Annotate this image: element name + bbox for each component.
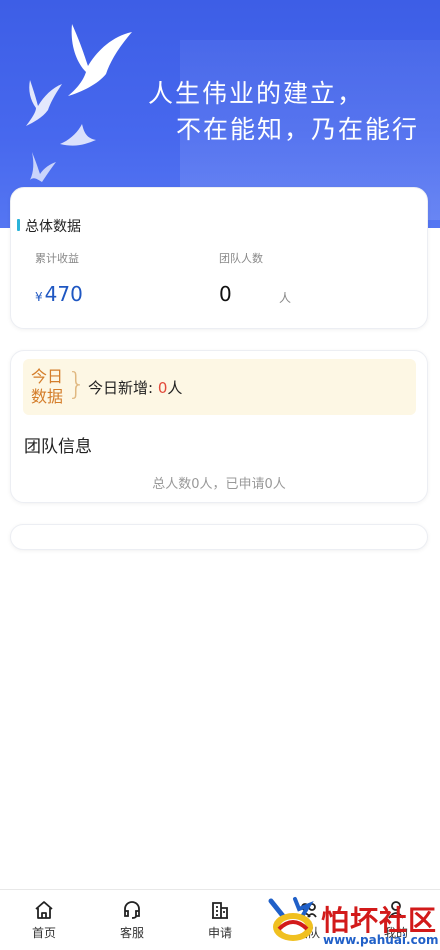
dove-icon [30, 152, 56, 182]
watermark: 怕坏社区 www.pahuai.com [265, 893, 440, 950]
team-info-title: 团队信息 [24, 437, 92, 457]
today-new-text: 今日新增: 0人 [88, 377, 182, 398]
empty-card [10, 524, 428, 550]
overview-title: 总体数据 [17, 216, 81, 236]
earnings-amount: 470 [44, 282, 83, 306]
tab-home[interactable]: 首页 [0, 890, 88, 950]
dove-icon [26, 80, 62, 126]
slogan-line-1: 人生伟业的建立， [148, 79, 365, 108]
team-size-unit: 人 [279, 291, 292, 305]
earnings-label: 累计收益 [35, 252, 79, 265]
today-new-count: 0 [157, 379, 168, 397]
tab-home-label: 首页 [31, 926, 56, 940]
building-icon [212, 902, 228, 919]
earnings-value: ¥470 [35, 282, 83, 306]
tab-apply-label: 申请 [207, 926, 232, 940]
brace-decoration: } [67, 367, 87, 402]
today-new-prefix: 今日新增: [88, 379, 158, 397]
currency-symbol: ¥ [35, 290, 43, 304]
today-data-banner: 今日 数据 } 今日新增: 0人 [23, 359, 416, 415]
tab-support[interactable]: 客服 [88, 890, 176, 950]
today-tag-line1: 今日 [31, 367, 64, 386]
headset-icon [124, 901, 140, 919]
tab-apply[interactable]: 申请 [176, 890, 264, 950]
today-tag: 今日 数据 [31, 367, 63, 407]
today-new-unit: 人 [167, 379, 183, 397]
watermark-logo [268, 897, 314, 941]
slogan-line-2: 不在能知，乃在能行 [176, 115, 420, 144]
team-info-summary: 总人数0人，已申请0人 [152, 477, 286, 492]
dove-icon [60, 124, 96, 146]
team-size-value: 0 [219, 282, 232, 306]
tab-support-label: 客服 [119, 926, 144, 940]
overview-card: 总体数据 累计收益 团队人数 ¥470 0 人 [10, 187, 428, 329]
today-tag-line2: 数据 [31, 387, 64, 406]
team-size-label: 团队人数 [219, 252, 263, 265]
watermark-url: www.pahuai.com [323, 933, 439, 947]
team-card: 今日 数据 } 今日新增: 0人 团队信息 总人数0人，已申请0人 [10, 350, 428, 503]
home-icon [35, 901, 53, 919]
dove-icon [68, 24, 132, 96]
